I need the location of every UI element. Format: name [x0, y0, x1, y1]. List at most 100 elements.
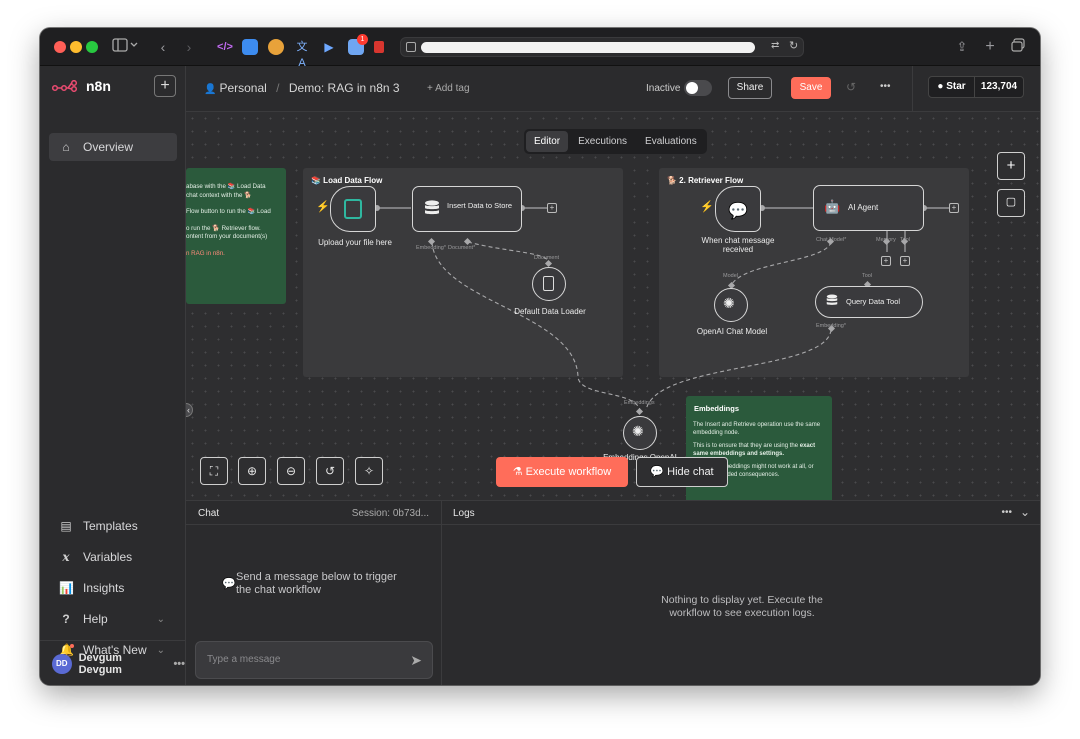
port-label: Embedding* — [416, 245, 446, 251]
translate-extension-icon[interactable]: 文A — [294, 39, 310, 69]
play-extension-icon[interactable]: ▶ — [321, 39, 337, 55]
sidebar-item-templates[interactable]: ▤ Templates — [49, 512, 177, 540]
default-data-loader-node[interactable] — [532, 267, 566, 301]
create-new-button[interactable]: + — [154, 75, 176, 97]
translate-icon[interactable]: ⇄ — [771, 40, 779, 51]
empty-line: the chat workflow — [236, 584, 321, 596]
add-memory-button[interactable]: + — [881, 256, 891, 266]
tab-editor[interactable]: Editor — [526, 131, 569, 152]
new-tab-icon[interactable]: + — [982, 37, 998, 57]
sidebar-divider — [40, 640, 186, 641]
query-data-tool-node[interactable]: Query Data Tool — [815, 286, 923, 318]
history-icon[interactable]: ↺ — [846, 80, 856, 94]
port-label: Tool — [862, 273, 873, 279]
tab-executions[interactable]: Executions — [570, 131, 635, 152]
share-button[interactable]: Share — [728, 77, 772, 99]
sidebar-item-help[interactable]: ? Help ⌄ — [49, 605, 177, 633]
node-label: Query Data Tool — [846, 297, 901, 306]
database-icon — [424, 200, 440, 218]
chat-bubble-icon: 💬 — [222, 578, 236, 590]
add-tag-button[interactable]: + Add tag — [427, 83, 470, 94]
browser-window: ‹ › </> 文A ▶ 1 ⇄ ↻ ⇪ + n8n + ⌂ Overview … — [40, 28, 1040, 685]
insights-icon: 📊 — [59, 581, 74, 595]
github-star-button[interactable]: ● Star 123,704 — [928, 76, 1024, 98]
robot-icon: 🤖 — [824, 199, 841, 214]
reset-zoom-icon[interactable]: ↺ — [316, 457, 344, 485]
chevron-down-icon[interactable]: ⌄ — [1020, 505, 1030, 519]
chevron-down-icon: ⌄ — [156, 613, 165, 625]
session-id[interactable]: Session: 0b73d... — [352, 508, 429, 519]
sidebar-item-label: Variables — [83, 550, 133, 564]
upload-form-trigger-node[interactable] — [330, 186, 376, 232]
forward-icon[interactable]: › — [182, 37, 196, 57]
execute-label: Execute workflow — [525, 466, 612, 478]
back-icon[interactable]: ‹ — [156, 37, 170, 57]
sidebar: n8n + ⌂ Overview ▤ Templates x Variables… — [40, 66, 186, 685]
node-label: OpenAI Chat Model — [696, 327, 768, 336]
brand-name: n8n — [86, 78, 111, 94]
ai-agent-node[interactable]: 🤖 AI Agent — [813, 185, 924, 231]
add-node-button[interactable]: + — [547, 203, 557, 213]
empty-line: workflow to see execution logs. — [669, 607, 815, 619]
reload-icon[interactable]: ↻ — [789, 39, 798, 52]
trigger-bolt-icon: ⚡ — [700, 201, 714, 213]
node-label: Upload your file here — [318, 238, 392, 247]
node-label: Default Data Loader — [514, 307, 586, 316]
add-sticky-button[interactable]: ▢ — [997, 189, 1025, 217]
header-divider — [912, 66, 913, 112]
github-icon: ● — [937, 81, 944, 92]
tidy-up-icon[interactable]: ✧ — [355, 457, 383, 485]
add-node-button[interactable]: + — [949, 203, 959, 213]
active-status-label: Inactive — [646, 83, 681, 94]
project-link[interactable]: Personal — [219, 81, 266, 95]
sidebar-item-overview[interactable]: ⌂ Overview — [49, 133, 177, 161]
share-icon[interactable]: ⇪ — [954, 37, 970, 57]
tab-overview-icon[interactable] — [1010, 37, 1026, 57]
fit-view-icon[interactable]: ⛶ — [200, 457, 228, 485]
openai-chat-model-node[interactable]: ✺ — [714, 288, 748, 322]
user-menu[interactable]: DD Devgum Devgum ••• — [52, 652, 185, 676]
minimize-window-button[interactable] — [70, 41, 82, 53]
code-extension-icon[interactable]: </> — [217, 39, 233, 55]
sidebar-item-insights[interactable]: 📊 Insights — [49, 574, 177, 602]
sticky-paragraph: The Insert and Retrieve operation use th… — [693, 422, 821, 436]
extension-icon[interactable] — [268, 39, 284, 55]
send-icon[interactable]: ➤ — [410, 642, 422, 678]
hide-chat-button[interactable]: 💬 Hide chat — [636, 457, 728, 487]
execute-workflow-button[interactable]: ⚗ Execute workflow — [496, 457, 628, 487]
chat-message-input[interactable]: Type a message ➤ — [195, 641, 433, 679]
view-tabs: Editor Executions Evaluations — [524, 129, 707, 154]
save-button[interactable]: Save — [791, 77, 831, 99]
chat-panel-header: Chat Session: 0b73d... — [186, 501, 441, 525]
chat-icon: 💬 — [650, 466, 668, 478]
extension-icon[interactable] — [374, 41, 384, 53]
node-label: AI Agent — [848, 203, 879, 212]
extension-icon[interactable]: 1 — [348, 34, 368, 55]
sidebar-toggle-icon[interactable] — [110, 37, 140, 57]
user-more-icon[interactable]: ••• — [173, 658, 185, 670]
sidebar-item-label: Insights — [83, 581, 125, 595]
zoom-in-icon[interactable]: ⊕ — [238, 457, 266, 485]
sidebar-item-variables[interactable]: x Variables — [49, 543, 177, 571]
browser-toolbar: ‹ › </> 文A ▶ 1 ⇄ ↻ ⇪ + — [40, 28, 1040, 69]
logo[interactable]: n8n — [52, 78, 111, 94]
workflow-canvas[interactable]: abase with the 📚 Load Data chat context … — [186, 112, 1040, 500]
add-node-panel-button[interactable]: + — [997, 152, 1025, 180]
zoom-out-icon[interactable]: ⊖ — [277, 457, 305, 485]
close-window-button[interactable] — [54, 41, 66, 53]
more-options-icon[interactable]: ••• — [880, 81, 891, 92]
node-label: When chat message received — [701, 236, 775, 254]
zoom-window-button[interactable] — [86, 41, 98, 53]
logs-more-icon[interactable]: ••• — [1001, 507, 1012, 518]
workflow-name[interactable]: Demo: RAG in n8n 3 — [289, 81, 400, 95]
port-label: Document — [534, 255, 560, 261]
active-toggle[interactable] — [684, 80, 712, 96]
insert-data-store-node[interactable]: Insert Data to Store — [412, 186, 522, 232]
extension-icon[interactable] — [242, 39, 258, 55]
address-bar[interactable]: ⇄ ↻ — [400, 37, 804, 57]
document-icon — [543, 276, 554, 291]
chat-trigger-node[interactable]: 💬 — [715, 186, 761, 232]
add-tool-button[interactable]: + — [900, 256, 910, 266]
embeddings-openai-node[interactable]: ✺ — [623, 416, 657, 450]
tab-evaluations[interactable]: Evaluations — [637, 131, 705, 152]
